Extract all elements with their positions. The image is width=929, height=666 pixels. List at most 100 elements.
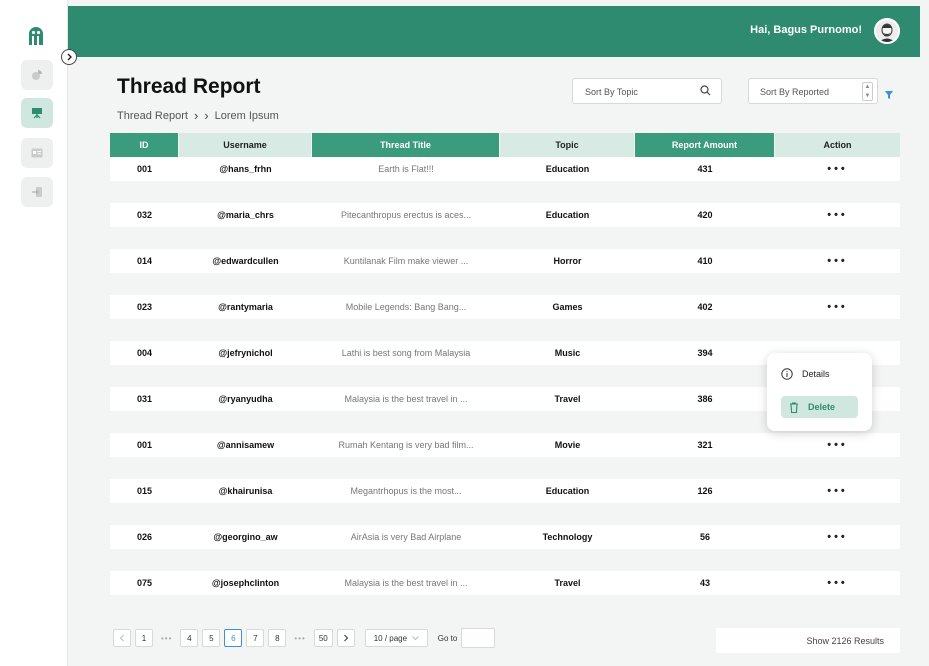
row-thread-title[interactable]: Pitecanthropus erectus is aces... bbox=[312, 203, 500, 227]
row-username[interactable]: @maria_chrs bbox=[179, 203, 312, 227]
row-report-amount: 431 bbox=[635, 157, 775, 181]
row-thread-title[interactable]: Megantrhopus is the most... bbox=[312, 479, 500, 503]
row-spacer-cell bbox=[110, 319, 900, 341]
sort-by-topic-placeholder: Sort By Topic bbox=[585, 87, 638, 97]
sidebar-item-logout[interactable] bbox=[21, 177, 53, 207]
search-icon[interactable] bbox=[700, 85, 711, 98]
sort-stepper[interactable]: ▲ ▼ bbox=[862, 82, 873, 101]
details-label: Details bbox=[802, 369, 830, 379]
row-spacer bbox=[110, 273, 900, 295]
page-size-value: 10 / page bbox=[373, 633, 408, 643]
row-action-button[interactable]: ••• bbox=[775, 525, 900, 549]
row-thread-title[interactable]: AirAsia is very Bad Airplane bbox=[312, 525, 500, 549]
row-action-button[interactable]: ••• bbox=[775, 479, 900, 503]
table-row: 001 @annisamew Rumah Kentang is very bad f… bbox=[110, 433, 900, 457]
row-spacer bbox=[110, 227, 900, 249]
row-thread-title[interactable]: Malaysia is the best travel in ... bbox=[312, 571, 500, 595]
page-button-50[interactable]: 50 bbox=[313, 629, 333, 647]
row-thread-title[interactable]: Earth is Flat!!! bbox=[312, 157, 500, 181]
column-header-username[interactable]: Username bbox=[179, 133, 312, 157]
row-action-button[interactable]: ••• bbox=[775, 571, 900, 595]
sidebar-toggle-button[interactable] bbox=[61, 49, 77, 65]
breadcrumb-item-current[interactable]: Lorem Ipsum bbox=[215, 110, 279, 122]
row-topic: Games bbox=[500, 295, 635, 319]
delete-label: Delete bbox=[808, 402, 836, 412]
row-thread-title[interactable]: Rumah Kentang is very bad film... bbox=[312, 433, 500, 457]
row-username[interactable]: @josephclinton bbox=[179, 571, 312, 595]
row-action-button[interactable]: ••• bbox=[775, 433, 900, 457]
trash-icon bbox=[790, 401, 798, 413]
row-username[interactable]: @georgino_aw bbox=[179, 525, 312, 549]
row-username[interactable]: @khairunisa bbox=[179, 479, 312, 503]
row-username[interactable]: @jefrynichol bbox=[179, 341, 312, 365]
row-action-button[interactable]: ••• bbox=[775, 157, 900, 181]
row-report-amount: 43 bbox=[635, 571, 775, 595]
pagination-ellipsis[interactable]: ••• bbox=[290, 629, 309, 647]
logout-icon bbox=[32, 187, 42, 197]
row-thread-title[interactable]: Kuntilanak Film make viewer ... bbox=[312, 249, 500, 273]
table-row: 023 @rantymaria Mobile Legends: Bang Bang.… bbox=[110, 295, 900, 319]
row-spacer bbox=[110, 549, 900, 571]
page-size-select[interactable]: 10 / page bbox=[364, 629, 428, 647]
sidebar-item-dashboard[interactable] bbox=[21, 60, 53, 90]
column-header-topic[interactable]: Topic bbox=[500, 133, 635, 157]
row-spacer-cell bbox=[110, 181, 900, 203]
row-username[interactable]: @hans_frhn bbox=[179, 157, 312, 181]
column-header-thread-title[interactable]: Thread Title bbox=[312, 133, 500, 157]
details-menu-item[interactable]: Details bbox=[781, 368, 830, 380]
page-button-7[interactable]: 7 bbox=[246, 629, 265, 647]
sidebar-item-reports[interactable] bbox=[21, 98, 53, 128]
breadcrumb-item-thread-report[interactable]: Thread Report bbox=[117, 110, 188, 122]
sort-by-reported-select[interactable]: Sort By Reported ▲ ▼ bbox=[748, 78, 878, 104]
row-id: 075 bbox=[110, 571, 179, 595]
row-id: 001 bbox=[110, 157, 179, 181]
chevron-right-icon bbox=[343, 634, 348, 642]
row-report-amount: 56 bbox=[635, 525, 775, 549]
row-spacer-cell bbox=[110, 549, 900, 571]
row-action-button[interactable]: ••• bbox=[775, 295, 900, 319]
row-id: 023 bbox=[110, 295, 179, 319]
row-username[interactable]: @annisamew bbox=[179, 433, 312, 457]
row-thread-title[interactable]: Malaysia is the best travel in ... bbox=[312, 387, 500, 411]
row-topic: Horror bbox=[500, 249, 635, 273]
filter-icon[interactable] bbox=[885, 86, 893, 104]
row-report-amount: 321 bbox=[635, 433, 775, 457]
pagination: 1 ••• 4 5 6 7 8 ••• 50 10 / page Go to bbox=[113, 628, 496, 648]
page-button-1[interactable]: 1 bbox=[135, 629, 153, 647]
row-id: 004 bbox=[110, 341, 179, 365]
avatar[interactable] bbox=[874, 18, 900, 44]
delete-menu-item[interactable]: Delete bbox=[781, 396, 858, 418]
column-header-report-amount[interactable]: Report Amount bbox=[635, 133, 775, 157]
row-username[interactable]: @ryanyudha bbox=[179, 387, 312, 411]
next-page-button[interactable] bbox=[336, 629, 355, 647]
chevron-right-icon bbox=[67, 53, 72, 61]
prev-page-button[interactable] bbox=[113, 629, 131, 647]
page-button-6-current[interactable]: 6 bbox=[224, 629, 243, 647]
user-greeting: Hai, Bagus Purnomo! bbox=[750, 24, 862, 36]
info-icon bbox=[781, 368, 793, 380]
row-username[interactable]: @rantymaria bbox=[179, 295, 312, 319]
table-row: 075 @josephclinton Malaysia is the best tr… bbox=[110, 571, 900, 595]
row-action-button[interactable]: ••• bbox=[775, 203, 900, 227]
row-action-button[interactable]: ••• bbox=[775, 249, 900, 273]
column-header-action: Action bbox=[775, 133, 900, 157]
row-spacer-cell bbox=[110, 457, 900, 479]
row-topic: Travel bbox=[500, 571, 635, 595]
row-topic: Music bbox=[500, 341, 635, 365]
page-button-4[interactable]: 4 bbox=[180, 629, 199, 647]
row-username[interactable]: @edwardcullen bbox=[179, 249, 312, 273]
table-row: 014 @edwardcullen Kuntilanak Film make vie… bbox=[110, 249, 900, 273]
row-spacer-cell bbox=[110, 227, 900, 249]
row-spacer bbox=[110, 319, 900, 341]
sort-by-topic-input[interactable]: Sort By Topic bbox=[572, 78, 722, 104]
pagination-ellipsis[interactable]: ••• bbox=[157, 629, 176, 647]
sidebar-item-users[interactable] bbox=[21, 138, 53, 168]
row-thread-title[interactable]: Mobile Legends: Bang Bang... bbox=[312, 295, 500, 319]
page-button-8[interactable]: 8 bbox=[268, 629, 287, 647]
row-thread-title[interactable]: Lathi is best song from Malaysia bbox=[312, 341, 500, 365]
page-button-5[interactable]: 5 bbox=[202, 629, 221, 647]
column-header-id[interactable]: ID bbox=[110, 133, 179, 157]
goto-page-input[interactable] bbox=[461, 628, 496, 648]
row-report-amount: 394 bbox=[635, 341, 775, 365]
app-logo-icon[interactable] bbox=[25, 25, 47, 47]
